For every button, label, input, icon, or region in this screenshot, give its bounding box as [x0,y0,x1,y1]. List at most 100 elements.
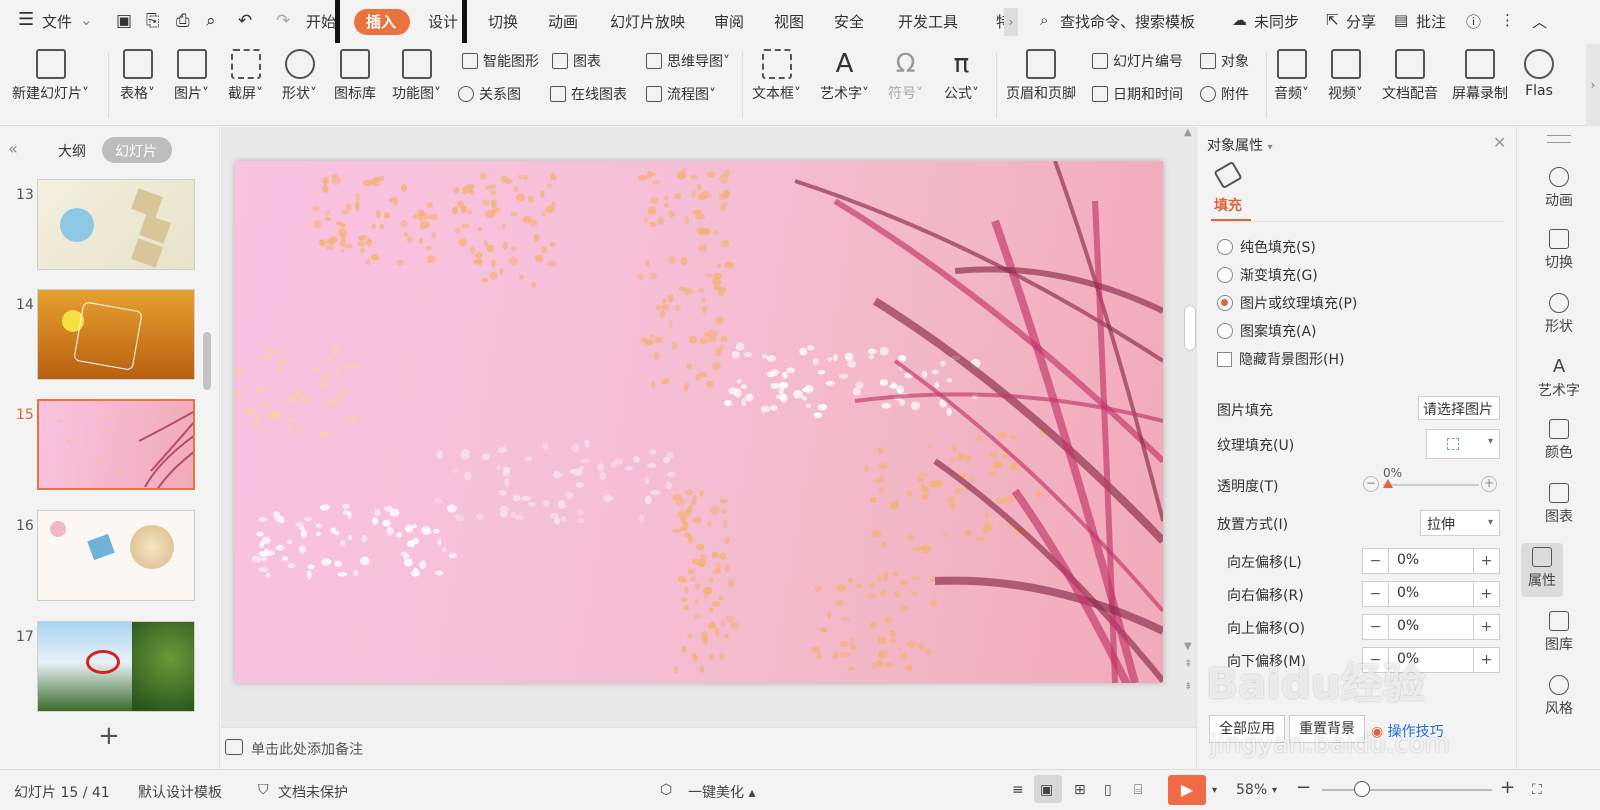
command-search[interactable]: 查找命令、搜索模板 [1060,11,1195,32]
collapse-ribbon-icon[interactable]: ︿ [1532,11,1547,32]
slide-number-button[interactable]: 幻灯片编号 [1092,51,1183,71]
redo-icon[interactable]: ↷ [276,11,290,31]
minus-icon[interactable]: − [1363,615,1389,639]
header-footer-button[interactable]: 页眉和页脚 [1006,49,1076,103]
add-slide-button[interactable]: + [98,721,120,751]
tab-view[interactable]: 视图 [774,11,804,32]
tool-properties[interactable]: 属性 [1500,547,1584,590]
slide-thumbnail-13[interactable] [37,179,195,270]
chevron-down-icon[interactable]: ▾ [1272,785,1277,796]
zoom-thumb[interactable] [1354,781,1370,797]
tool-style[interactable]: 风格 [1517,675,1600,718]
zoom-slider[interactable] [1322,789,1492,791]
plus-icon[interactable]: + [1473,648,1499,672]
icon-library-button[interactable]: 图标库 [334,49,376,103]
textbox-button[interactable]: 文本框˅ [752,49,801,103]
minus-icon[interactable]: − [1363,582,1389,606]
slide-pane-scrollbar[interactable] [203,332,211,390]
offset-left-stepper[interactable]: −0% + [1362,548,1500,574]
hide-background-checkbox[interactable]: 隐藏背景图形(H) [1217,349,1344,369]
picture-button[interactable]: 图片˅ [174,49,209,103]
narration-button[interactable]: 文档配音 [1382,49,1438,103]
table-button[interactable]: 表格˅ [120,49,155,103]
offset-right-stepper[interactable]: −0% + [1362,581,1500,607]
save-icon[interactable]: ▣ [116,11,132,31]
screenshot-button[interactable]: 截屏˅ [228,49,263,103]
video-button[interactable]: 视频˅ [1328,49,1363,103]
online-chart-button[interactable]: 在线图表 [550,84,627,104]
zoom-in-button[interactable]: + [1500,777,1515,798]
close-icon[interactable]: ✕ [1493,133,1506,152]
slide-thumbnail-16[interactable] [37,510,195,601]
new-slide-button[interactable]: 新建幻灯片˅ [12,49,89,103]
scroll-down-icon[interactable]: ▼ [1184,641,1192,652]
canvas-scrollbar[interactable] [1184,305,1196,351]
tab-outline[interactable]: 大纲 [58,141,86,161]
tool-chart[interactable]: 图表 [1517,483,1600,526]
fill-option-gradient[interactable]: 渐变填充(G) [1217,265,1318,285]
plus-icon[interactable]: + [1473,582,1499,606]
picture-fill-select[interactable]: 请选择图片 [1418,396,1500,420]
next-slide-icon[interactable]: ⇟ [1184,681,1192,692]
tab-slides[interactable]: 幻灯片 [115,141,157,161]
prev-slide-icon[interactable]: ⇞ [1184,659,1192,670]
shape-button[interactable]: 形状˅ [282,49,317,103]
formula-button[interactable]: π 公式˅ [944,49,979,103]
flash-button[interactable]: Flas [1524,49,1554,99]
scroll-up-icon[interactable]: ▲ [1184,127,1192,138]
screen-record-button[interactable]: 屏幕录制 [1452,49,1508,103]
tab-scroll-right[interactable]: › [1004,8,1018,36]
fill-option-solid[interactable]: 纯色填充(S) [1217,237,1316,257]
transparency-slider[interactable] [1383,484,1479,486]
fill-bucket-icon[interactable] [1213,160,1243,190]
reading-view-icon[interactable]: ▯ [1104,782,1112,798]
tool-wordart[interactable]: A 艺术字 [1517,357,1600,400]
ribbon-scroll-right[interactable]: › [1586,44,1600,126]
attachment-button[interactable]: 附件 [1200,84,1249,104]
share-button[interactable]: 分享 [1346,11,1376,32]
presenter-view-icon[interactable]: ⌸ [1134,782,1142,798]
function-chart-button[interactable]: 功能图˅ [392,49,441,103]
normal-view-icon[interactable]: ▣ [1040,782,1053,798]
chevron-down-icon[interactable]: ▾ [1212,785,1217,796]
tab-animation[interactable]: 动画 [548,11,578,32]
chevron-down-icon[interactable]: ⌄ [80,11,93,29]
slide-15[interactable] [235,161,1163,683]
file-menu[interactable]: 文件 [42,11,72,32]
plus-icon[interactable]: + [1473,615,1499,639]
smart-art-button[interactable]: 智能图形 [462,51,539,71]
minus-icon[interactable]: − [1363,549,1389,573]
tool-color[interactable]: 颜色 [1517,419,1600,462]
zoom-level[interactable]: 58% [1236,782,1267,798]
flowchart-button[interactable]: 流程图˅ [646,84,716,104]
collapse-pane-icon[interactable]: « [8,139,18,158]
search-icon[interactable]: ⌕ [1040,11,1048,29]
notes-toggle-icon[interactable]: ≡ [1012,782,1024,798]
date-time-button[interactable]: 日期和时间 [1092,84,1183,104]
tab-review[interactable]: 审阅 [714,11,744,32]
hamburger-icon[interactable]: ☰ [18,9,34,30]
object-button[interactable]: 对象 [1200,51,1249,71]
transparency-plus[interactable]: + [1481,476,1497,492]
wordart-button[interactable]: A 艺术字˅ [820,49,869,103]
plus-icon[interactable]: + [1473,549,1499,573]
tab-transition[interactable]: 切换 [488,11,518,32]
preview-icon[interactable]: ⌕ [206,11,216,31]
slide-thumbnail-17[interactable] [37,621,195,712]
notes-placeholder[interactable]: 单击此处添加备注 [251,739,363,759]
zoom-out-button[interactable]: − [1296,777,1311,798]
tool-shape[interactable]: 形状 [1517,293,1600,336]
fill-section-tab[interactable]: 填充 [1214,195,1242,215]
tool-gallery[interactable]: 图库 [1517,611,1600,654]
panel-title[interactable]: 对象属性 ▾ [1207,135,1272,155]
sorter-view-icon[interactable]: ⊞ [1074,782,1086,798]
mindmap-button[interactable]: 思维导图˅ [646,51,730,71]
tab-slideshow[interactable]: 幻灯片放映 [610,11,685,32]
placement-select[interactable]: 拉伸 ▾ [1420,510,1500,536]
slide-thumbnail-15[interactable] [37,399,195,490]
undo-icon[interactable]: ↶ [238,11,252,31]
chart-button[interactable]: 图表 [552,51,601,71]
tab-security[interactable]: 安全 [834,11,864,32]
fill-option-picture[interactable]: 图片或纹理填充(P) [1217,293,1357,313]
relation-chart-button[interactable]: 关系图 [458,84,521,104]
